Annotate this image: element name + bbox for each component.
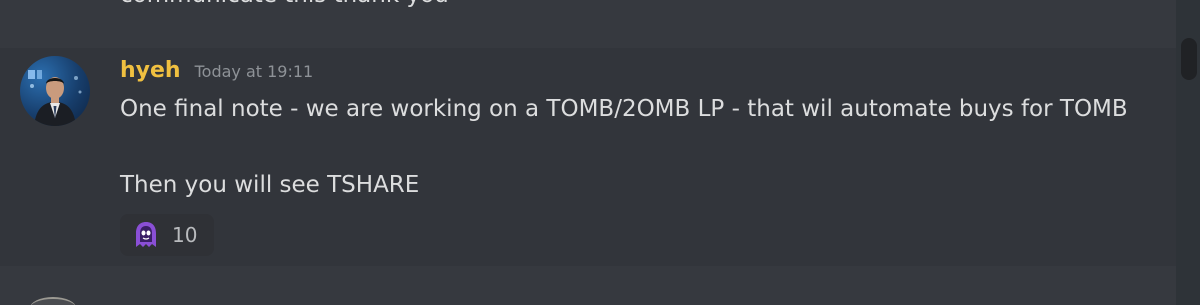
reaction-count: 10 bbox=[172, 223, 198, 247]
username[interactable]: hyeh bbox=[120, 58, 181, 83]
reaction-button[interactable]: 10 bbox=[120, 214, 214, 256]
message-item[interactable]: hyeh Today at 19:11 One final note - we … bbox=[0, 48, 1200, 266]
avatar-photo-icon bbox=[28, 70, 82, 126]
message-text-line-2: Then you will see TSHARE bbox=[120, 172, 420, 198]
scrollbar-track[interactable] bbox=[1176, 0, 1200, 305]
message-header: hyeh Today at 19:11 bbox=[120, 58, 313, 88]
next-message-avatar[interactable] bbox=[30, 297, 76, 305]
message-text-line-1: One final note - we are working on a TOM… bbox=[120, 96, 1128, 122]
scrollbar-thumb[interactable] bbox=[1181, 38, 1197, 80]
timestamp: Today at 19:11 bbox=[194, 62, 314, 81]
purple-ghost-icon bbox=[136, 222, 156, 247]
user-avatar[interactable] bbox=[20, 56, 90, 126]
chat-view: communicate this thank you hyeh Today at… bbox=[0, 0, 1200, 305]
previous-message-text: communicate this thank you bbox=[120, 0, 449, 8]
